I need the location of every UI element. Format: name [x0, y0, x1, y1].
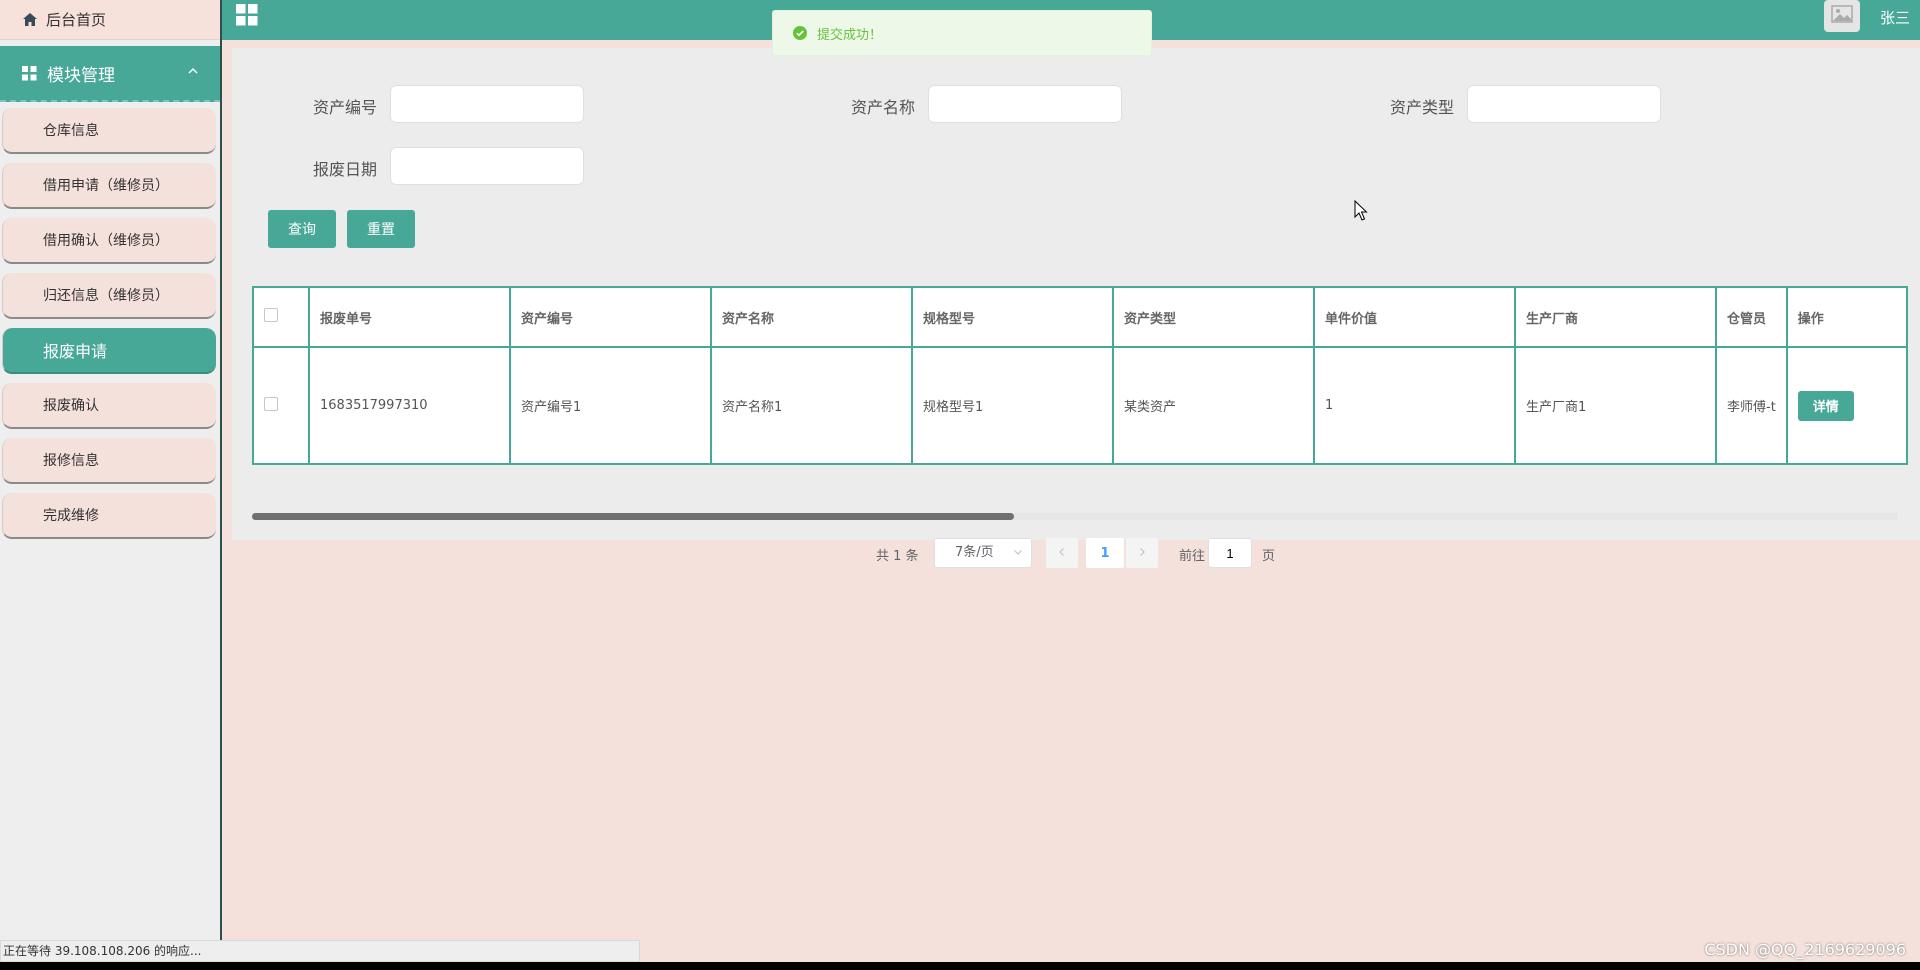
page-size-value: 7条/页	[955, 545, 994, 560]
sidebar-item-repair-info[interactable]: 报修信息	[2, 438, 216, 484]
table-horizontal-scrollbar[interactable]	[252, 513, 1898, 520]
sidebar-item-borrow-confirm[interactable]: 借用确认（维修员）	[2, 218, 216, 264]
cell-spec: 规格型号1	[911, 346, 1114, 465]
main-panel: 资产编号 资产名称 资产类型 报废日期 查询 重置 报废单号 资产编号 资产名称…	[232, 48, 1920, 568]
goto-label: 前往	[1179, 549, 1206, 564]
menu-grid-icon[interactable]	[236, 4, 258, 26]
cell-scrap-no: 1683517997310	[308, 346, 511, 465]
sidebar-item-scrap-request[interactable]: 报废申请	[2, 328, 216, 374]
sidebar-item-label: 归还信息（维修员）	[43, 288, 169, 304]
user-name[interactable]: 张三	[1880, 7, 1910, 28]
sidebar-module-header[interactable]: 模块管理	[0, 46, 220, 102]
page-number-current[interactable]: 1	[1086, 538, 1124, 568]
scrap-table: 报废单号 资产编号 资产名称 规格型号 资产类型 单件价值 生产厂商 仓管员 操…	[252, 286, 1908, 465]
asset-no-input[interactable]	[390, 85, 584, 123]
mouse-cursor-icon	[1354, 200, 1368, 221]
table-header-row: 报废单号 资产编号 资产名称 规格型号 资产类型 单件价值 生产厂商 仓管员 操…	[252, 286, 1908, 348]
sidebar-item-label: 借用申请（维修员）	[43, 178, 169, 194]
sidebar-home-label: 后台首页	[46, 11, 107, 29]
toast-message: 提交成功！	[817, 27, 883, 43]
check-circle-icon	[793, 26, 807, 40]
sidebar-item-scrap-confirm[interactable]: 报废确认	[2, 383, 216, 429]
cell-actions: 详情	[1785, 346, 1908, 465]
row-select-cell	[252, 346, 310, 465]
asset-type-input[interactable]	[1467, 85, 1661, 123]
cell-manufacturer: 生产厂商1	[1514, 346, 1717, 465]
scrollbar-thumb[interactable]	[252, 513, 1014, 520]
row-checkbox[interactable]	[264, 396, 278, 411]
select-all-cell	[252, 286, 310, 348]
sidebar-menu: 仓库信息 借用申请（维修员） 借用确认（维修员） 归还信息（维修员） 报废申请 …	[0, 102, 220, 539]
sidebar-item-label: 完成维修	[43, 508, 99, 524]
cell-asset-name: 资产名称1	[710, 346, 913, 465]
watermark: CSDN @QQ_2169629096	[1704, 940, 1906, 959]
column-header: 仓管员	[1715, 286, 1788, 348]
next-page-button[interactable]	[1126, 538, 1158, 568]
asset-name-label: 资产名称	[850, 98, 915, 117]
cell-keeper: 李师傅-t	[1715, 346, 1788, 465]
cell-asset-no: 资产编号1	[509, 346, 712, 465]
column-header: 单件价值	[1313, 286, 1516, 348]
cell-unit-value: 1	[1313, 346, 1516, 465]
sidebar-item-label: 仓库信息	[43, 123, 99, 139]
sidebar-module-label: 模块管理	[47, 65, 115, 86]
column-header: 资产名称	[710, 286, 913, 348]
column-header: 生产厂商	[1514, 286, 1717, 348]
column-header: 报废单号	[308, 286, 511, 348]
avatar[interactable]	[1824, 0, 1860, 32]
page-unit-label: 页	[1262, 549, 1276, 564]
chevron-down-icon	[1013, 547, 1023, 557]
prev-page-button[interactable]	[1046, 538, 1078, 568]
column-header: 资产类型	[1112, 286, 1315, 348]
sidebar-item-label: 借用确认（维修员）	[43, 233, 169, 249]
chevron-right-icon	[1137, 546, 1147, 561]
column-header: 资产编号	[509, 286, 712, 348]
home-icon	[22, 12, 38, 28]
query-button[interactable]: 查询	[268, 210, 336, 248]
browser-status-bar: 正在等待 39.108.108.206 的响应...	[0, 940, 640, 962]
success-toast: 提交成功！	[772, 10, 1152, 56]
chevron-left-icon	[1057, 546, 1067, 561]
chevron-up-icon[interactable]	[186, 64, 200, 78]
sidebar-item-label: 报修信息	[43, 453, 99, 469]
scrap-date-label: 报废日期	[312, 160, 377, 179]
select-all-checkbox[interactable]	[264, 308, 278, 322]
sidebar-item-label: 报废确认	[43, 398, 99, 414]
asset-name-input[interactable]	[928, 85, 1122, 123]
sidebar-item-return-info[interactable]: 归还信息（维修员）	[2, 273, 216, 319]
image-icon	[1831, 5, 1853, 27]
table-row: 1683517997310 资产编号1 资产名称1 规格型号1 某类资产 1 生…	[252, 346, 1908, 465]
column-header: 规格型号	[911, 286, 1114, 348]
sidebar-item-borrow-request[interactable]: 借用申请（维修员）	[2, 163, 216, 209]
asset-no-label: 资产编号	[312, 98, 377, 117]
sidebar-item-label: 报废申请	[43, 342, 108, 361]
bottom-strip	[0, 962, 1920, 970]
sidebar: 后台首页 模块管理 仓库信息 借用申请（维修员） 借用确认（维修员） 归还信息（…	[0, 0, 222, 970]
asset-type-label: 资产类型	[1389, 98, 1454, 117]
scrap-date-input[interactable]	[390, 147, 584, 185]
pagination-total: 共 1 条	[876, 549, 919, 564]
detail-button[interactable]: 详情	[1797, 390, 1854, 421]
reset-button[interactable]: 重置	[347, 210, 415, 248]
sidebar-item-warehouse[interactable]: 仓库信息	[2, 108, 216, 154]
page-size-select[interactable]: 7条/页	[934, 538, 1032, 568]
module-grid-icon	[22, 65, 37, 81]
cell-asset-type: 某类资产	[1112, 346, 1315, 465]
sidebar-item-repair-complete[interactable]: 完成维修	[2, 493, 216, 539]
sidebar-home-link[interactable]: 后台首页	[0, 0, 220, 40]
column-header: 操作	[1785, 286, 1908, 348]
goto-page-input[interactable]	[1208, 538, 1252, 568]
